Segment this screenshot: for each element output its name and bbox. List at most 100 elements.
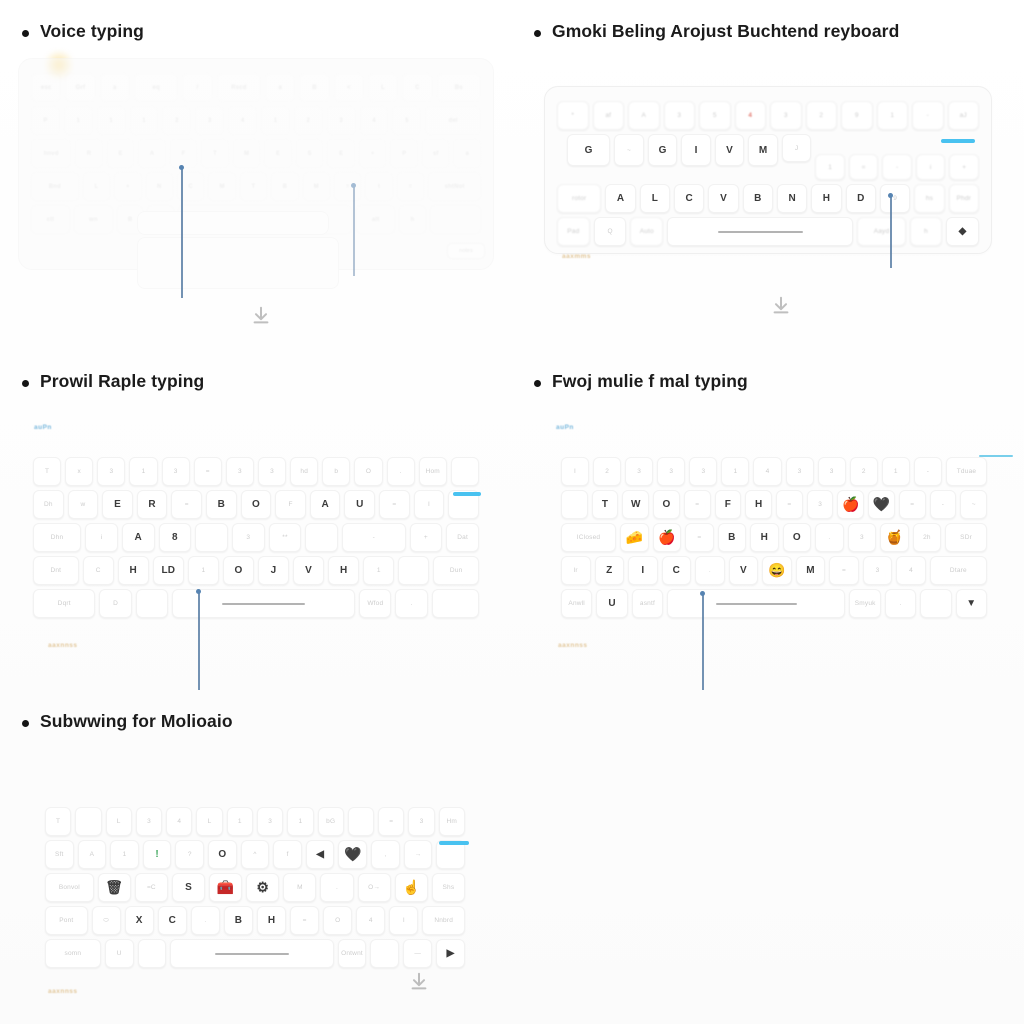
trackpad[interactable] xyxy=(137,237,339,290)
key[interactable]: 2 xyxy=(849,457,878,487)
key[interactable]: 3 xyxy=(657,457,686,487)
key[interactable]: F xyxy=(714,490,742,520)
key[interactable]: T xyxy=(591,490,619,520)
key[interactable]: 4 xyxy=(356,906,386,936)
key[interactable]: 1 xyxy=(187,556,219,586)
key[interactable]: I xyxy=(413,490,445,520)
key[interactable]: O xyxy=(222,556,254,586)
key[interactable]: x xyxy=(65,457,94,487)
key-emoji-smiley[interactable]: 😄 xyxy=(762,556,792,586)
key[interactable] xyxy=(398,556,430,586)
key[interactable]: . xyxy=(695,556,725,586)
key[interactable]: 2 xyxy=(805,101,837,131)
key-spacebar[interactable] xyxy=(667,589,846,619)
key[interactable]: - xyxy=(342,523,406,553)
key[interactable]: F xyxy=(275,490,306,520)
key[interactable]: Aayd xyxy=(857,217,906,247)
key[interactable]: T xyxy=(201,139,229,169)
key[interactable]: Nnbrd xyxy=(422,906,465,936)
key[interactable]: B xyxy=(271,172,299,202)
key[interactable]: - xyxy=(912,101,944,131)
key[interactable]: A xyxy=(628,101,660,131)
key-alt[interactable]: alt xyxy=(356,205,396,235)
key[interactable] xyxy=(347,807,375,837)
key[interactable]: 3 xyxy=(225,457,254,487)
key[interactable]: G xyxy=(647,134,678,167)
key-spacebar[interactable] xyxy=(667,217,854,247)
key[interactable]: Grf xyxy=(65,73,96,103)
key[interactable]: O xyxy=(354,457,383,487)
key[interactable]: . xyxy=(190,906,220,936)
key-gear-icon[interactable]: ⚙ xyxy=(246,873,280,903)
key[interactable]: L xyxy=(196,807,223,837)
key-hand-icon[interactable]: ☝ xyxy=(394,873,428,903)
key[interactable]: V xyxy=(728,556,759,586)
key[interactable]: H xyxy=(257,906,287,936)
key[interactable]: 4 xyxy=(753,457,782,487)
key[interactable]: H xyxy=(745,490,773,520)
key[interactable]: B xyxy=(717,523,747,553)
key[interactable] xyxy=(75,807,102,837)
key[interactable]: = xyxy=(171,490,203,520)
key[interactable]: * xyxy=(557,101,589,131)
key[interactable]: 2h xyxy=(912,523,942,553)
key[interactable]: A xyxy=(309,490,341,520)
key[interactable]: hd xyxy=(290,457,319,487)
key[interactable]: M xyxy=(232,139,261,169)
key[interactable]: i xyxy=(915,154,946,181)
key[interactable]: N xyxy=(777,184,808,214)
key-ctrl[interactable]: ctl xyxy=(31,205,70,235)
key[interactable]: = xyxy=(378,807,405,837)
key[interactable]: 3 xyxy=(256,807,284,837)
key[interactable] xyxy=(561,490,588,520)
key[interactable]: Tduae xyxy=(945,457,988,487)
key-key-icon[interactable]: O→ xyxy=(357,873,391,903)
key[interactable] xyxy=(450,457,479,487)
key-emoji-cheese[interactable]: 🧀 xyxy=(620,523,649,553)
key[interactable]: 3 xyxy=(195,106,225,136)
key[interactable]: . xyxy=(386,457,415,487)
key[interactable]: = xyxy=(829,556,859,586)
key[interactable]: + xyxy=(358,139,387,169)
key[interactable]: C xyxy=(157,906,187,936)
key[interactable]: D xyxy=(99,589,132,619)
key-caps[interactable]: rotor xyxy=(557,184,602,214)
key-enter[interactable]: + xyxy=(409,523,443,553)
key[interactable]: S xyxy=(171,873,206,903)
key[interactable]: L xyxy=(82,172,111,202)
key[interactable]: Hm xyxy=(438,807,465,837)
key[interactable]: Dhn xyxy=(33,523,82,553)
key[interactable]: → xyxy=(403,840,433,870)
key[interactable]: 1 xyxy=(721,457,750,487)
key[interactable]: E xyxy=(102,490,133,520)
key[interactable]: / xyxy=(182,73,213,103)
key-shift-right[interactable]: shtNot xyxy=(428,172,482,202)
key[interactable]: = xyxy=(898,490,926,520)
key[interactable]: Pad xyxy=(557,217,590,247)
key[interactable]: U xyxy=(596,589,628,619)
key-toolbox-icon[interactable]: 🧰 xyxy=(209,873,243,903)
key[interactable]: I xyxy=(389,906,419,936)
key[interactable]: 3 xyxy=(806,490,834,520)
key[interactable]: somn xyxy=(45,939,101,969)
key[interactable]: 2 xyxy=(593,457,622,487)
key-backspace[interactable]: del xyxy=(425,106,482,136)
key[interactable]: af xyxy=(592,101,624,131)
key[interactable] xyxy=(135,589,168,619)
key[interactable]: C xyxy=(674,184,705,214)
key[interactable]: ~ xyxy=(960,490,988,520)
key[interactable]: . xyxy=(884,589,917,619)
key[interactable]: 3 xyxy=(663,101,695,131)
key[interactable]: S xyxy=(295,139,324,169)
key-emoji-heart[interactable]: 🖤 xyxy=(338,840,368,870)
key[interactable]: P xyxy=(390,139,418,169)
key[interactable]: P xyxy=(31,106,60,136)
key[interactable]: 3 xyxy=(326,106,356,136)
key[interactable]: I xyxy=(561,457,590,487)
key[interactable]: R xyxy=(136,490,168,520)
key[interactable]: - xyxy=(913,457,942,487)
key[interactable]: E xyxy=(106,139,135,169)
key[interactable]: t xyxy=(365,172,393,202)
key[interactable]: . xyxy=(815,523,844,553)
key[interactable]: ⬭ xyxy=(91,906,121,936)
